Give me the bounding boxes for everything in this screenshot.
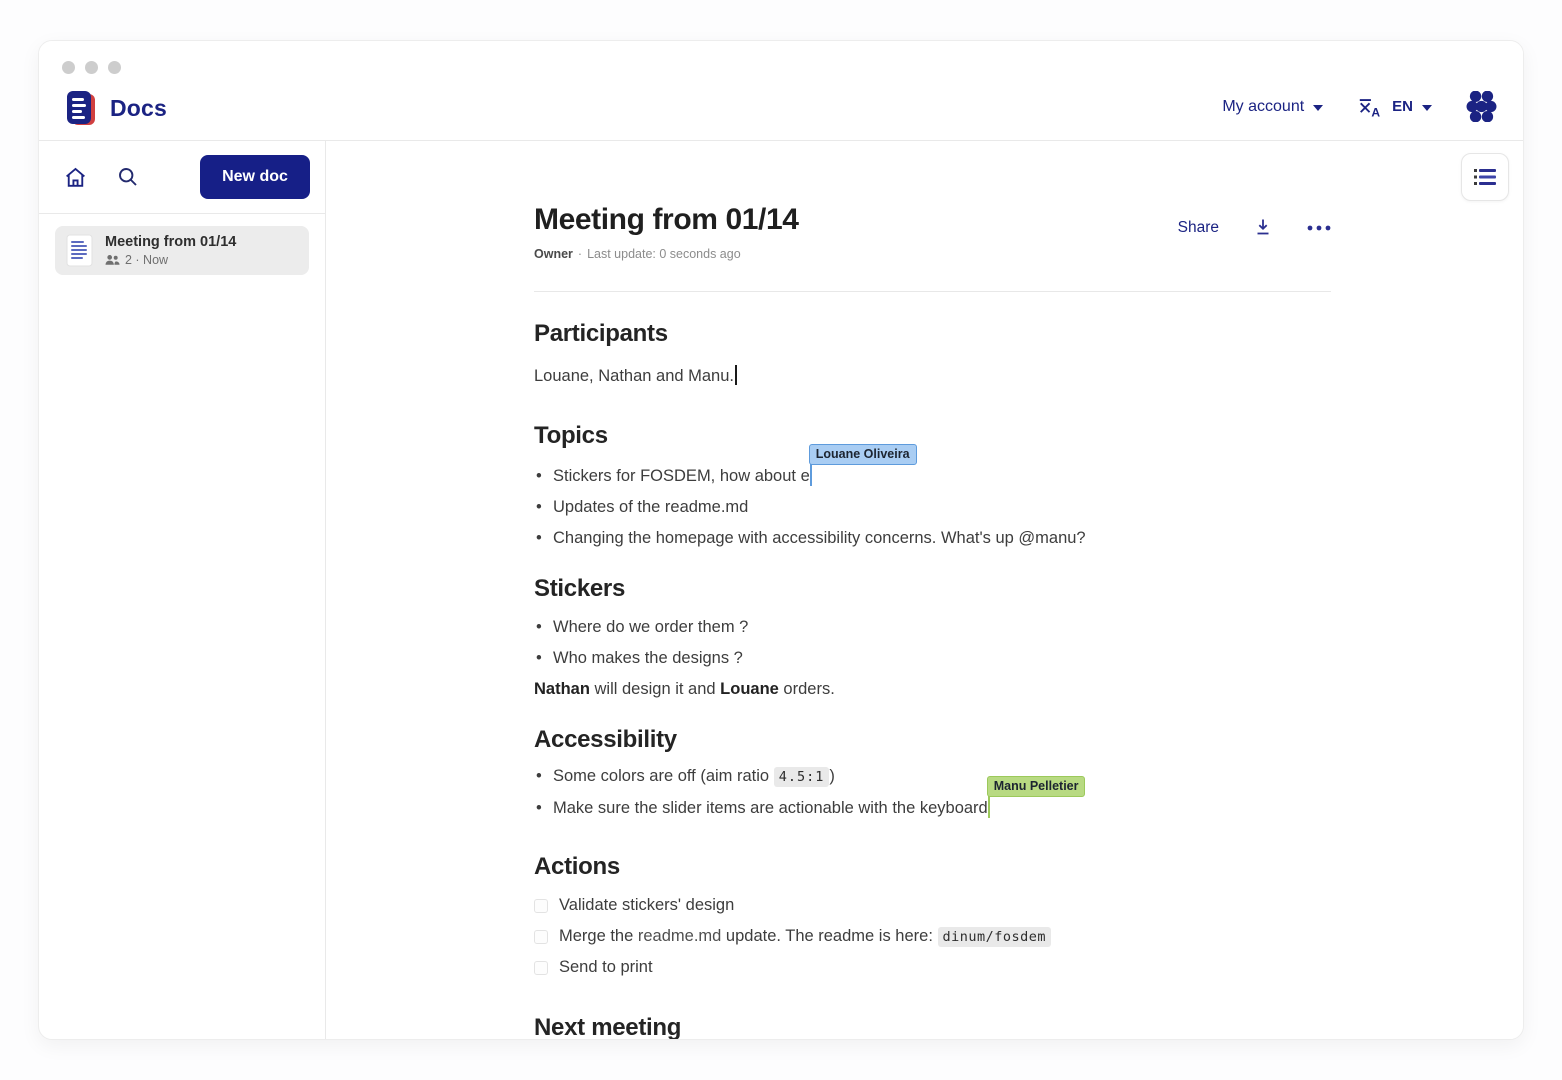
section-heading-next-meeting: Next meeting xyxy=(534,1014,682,1039)
todo-item: Send to print xyxy=(534,952,1331,983)
more-options-button[interactable] xyxy=(1307,225,1331,231)
stickers-note: Nathan will design it and Louane orders. xyxy=(534,680,835,698)
todo-label: Merge the readme.md update. The readme i… xyxy=(559,927,1052,947)
doc-title-block: Meeting from 01/14 Owner · Last update: … xyxy=(534,201,799,261)
list-icon xyxy=(1474,169,1496,185)
document-editor[interactable]: Meeting from 01/14 Owner · Last update: … xyxy=(534,141,1331,1039)
docs-logo-icon xyxy=(67,91,95,125)
topics-list: Stickers for FOSDEM, how about eLouane O… xyxy=(534,444,1331,554)
collab-caret xyxy=(809,463,812,486)
list-item: Where do we order them ? xyxy=(534,612,1331,643)
section-heading-actions: Actions xyxy=(534,853,620,880)
todo-checkbox[interactable] xyxy=(534,960,548,975)
text-cursor xyxy=(735,365,737,385)
section-heading-stickers: Stickers xyxy=(534,575,625,602)
list-item: Make sure the slider items are actionabl… xyxy=(534,776,1331,824)
todo-item: Merge the readme.md update. The readme i… xyxy=(534,921,1331,952)
window-dot xyxy=(108,61,121,74)
todo-label: Validate stickers' design xyxy=(559,896,735,914)
todo-list: Validate stickers' design Merge the read… xyxy=(534,890,1331,983)
doc-item-info: Meeting from 01/14 2 · Now xyxy=(105,234,236,267)
chevron-down-icon xyxy=(1313,104,1324,111)
svg-text:A: A xyxy=(1372,105,1381,119)
list-item: Stickers for FOSDEM, how about eLouane O… xyxy=(534,444,1331,492)
doc-item-meta: 2 · Now xyxy=(105,253,236,267)
doc-file-icon xyxy=(66,234,93,267)
doc-role: Owner xyxy=(534,247,573,261)
window-dot xyxy=(85,61,98,74)
app-name: Docs xyxy=(110,94,168,121)
section-heading-topics: Topics xyxy=(534,422,608,449)
translate-icon: A xyxy=(1359,98,1381,119)
meta-separator: · xyxy=(577,247,583,261)
table-of-contents-button[interactable] xyxy=(1461,153,1509,201)
accessibility-list: Some colors are off (aim ratio 4.5:1) Ma… xyxy=(534,761,1331,824)
doc-item-title: Meeting from 01/14 xyxy=(105,234,237,250)
doc-title: Meeting from 01/14 xyxy=(534,203,799,236)
title-divider xyxy=(534,291,1331,292)
inline-code: dinum/fosdem xyxy=(937,927,1052,947)
app-logo[interactable]: Docs xyxy=(63,89,167,127)
todo-checkbox[interactable] xyxy=(534,898,548,913)
app-body: New doc Meeting from 01/14 2 · Now Meeti… xyxy=(39,141,1523,1039)
collab-label: Louane Oliveira xyxy=(808,444,917,465)
doc-actions: Share xyxy=(1178,217,1331,238)
new-doc-button[interactable]: New doc xyxy=(200,155,310,199)
window-controls xyxy=(62,61,121,74)
todo-item: Validate stickers' design xyxy=(534,890,1331,921)
doc-item-meta-text: 2 · Now xyxy=(125,253,169,267)
apps-grid-button[interactable] xyxy=(1466,91,1497,122)
readme-link[interactable]: readme.md xyxy=(638,927,721,945)
home-button[interactable] xyxy=(63,165,88,190)
inline-code: 4.5:1 xyxy=(773,767,830,787)
doc-meta: Owner · Last update: 0 seconds ago xyxy=(534,247,799,261)
chevron-down-icon xyxy=(1422,104,1432,111)
collab-cursor-manu: Manu Pelletier xyxy=(986,776,1086,818)
todo-label: Send to print xyxy=(559,958,653,976)
section-heading-accessibility: Accessibility xyxy=(534,726,677,753)
list-item: Some colors are off (aim ratio 4.5:1) xyxy=(534,761,1331,793)
window-dot xyxy=(62,61,75,74)
collab-caret xyxy=(987,795,990,818)
people-icon xyxy=(105,255,120,265)
stickers-list: Where do we order them ? Who makes the d… xyxy=(534,612,1331,674)
collab-label: Manu Pelletier xyxy=(986,776,1086,797)
search-icon xyxy=(119,168,137,186)
language-label: EN xyxy=(1392,98,1413,115)
my-account-button[interactable]: My account xyxy=(1222,97,1324,116)
participants-text: Louane, Nathan and Manu. xyxy=(534,361,1331,391)
download-button[interactable] xyxy=(1253,217,1273,238)
list-item: Who makes the designs ? xyxy=(534,643,1331,674)
download-icon xyxy=(1257,219,1269,235)
home-icon xyxy=(66,167,85,187)
app-header: Docs My account A EN xyxy=(39,41,1523,141)
sidebar-doc-item[interactable]: Meeting from 01/14 2 · Now xyxy=(55,226,309,275)
main-panel: Meeting from 01/14 Owner · Last update: … xyxy=(326,141,1523,1039)
ellipsis-icon xyxy=(1307,225,1331,230)
search-button[interactable] xyxy=(116,165,140,189)
app-window: Docs My account A EN New doc Meeting fro… xyxy=(38,40,1524,1040)
doc-title-row: Meeting from 01/14 Owner · Last update: … xyxy=(534,201,1331,261)
section-heading-participants: Participants xyxy=(534,320,668,347)
doc-last-update: Last update: 0 seconds ago xyxy=(587,247,741,261)
todo-checkbox[interactable] xyxy=(534,929,548,944)
sidebar: New doc Meeting from 01/14 2 · Now xyxy=(39,141,326,1039)
list-item: Updates of the readme.md xyxy=(534,492,1331,523)
header-controls: My account A EN xyxy=(1222,91,1497,122)
apps-waffle-icon xyxy=(1466,91,1497,122)
share-button[interactable]: Share xyxy=(1178,219,1219,237)
sidebar-toolbar: New doc xyxy=(39,141,325,214)
my-account-label: My account xyxy=(1222,97,1305,115)
collab-cursor-louane: Louane Oliveira xyxy=(808,444,917,486)
language-switcher[interactable]: A EN xyxy=(1357,95,1432,119)
list-item: Changing the homepage with accessibility… xyxy=(534,523,1331,554)
